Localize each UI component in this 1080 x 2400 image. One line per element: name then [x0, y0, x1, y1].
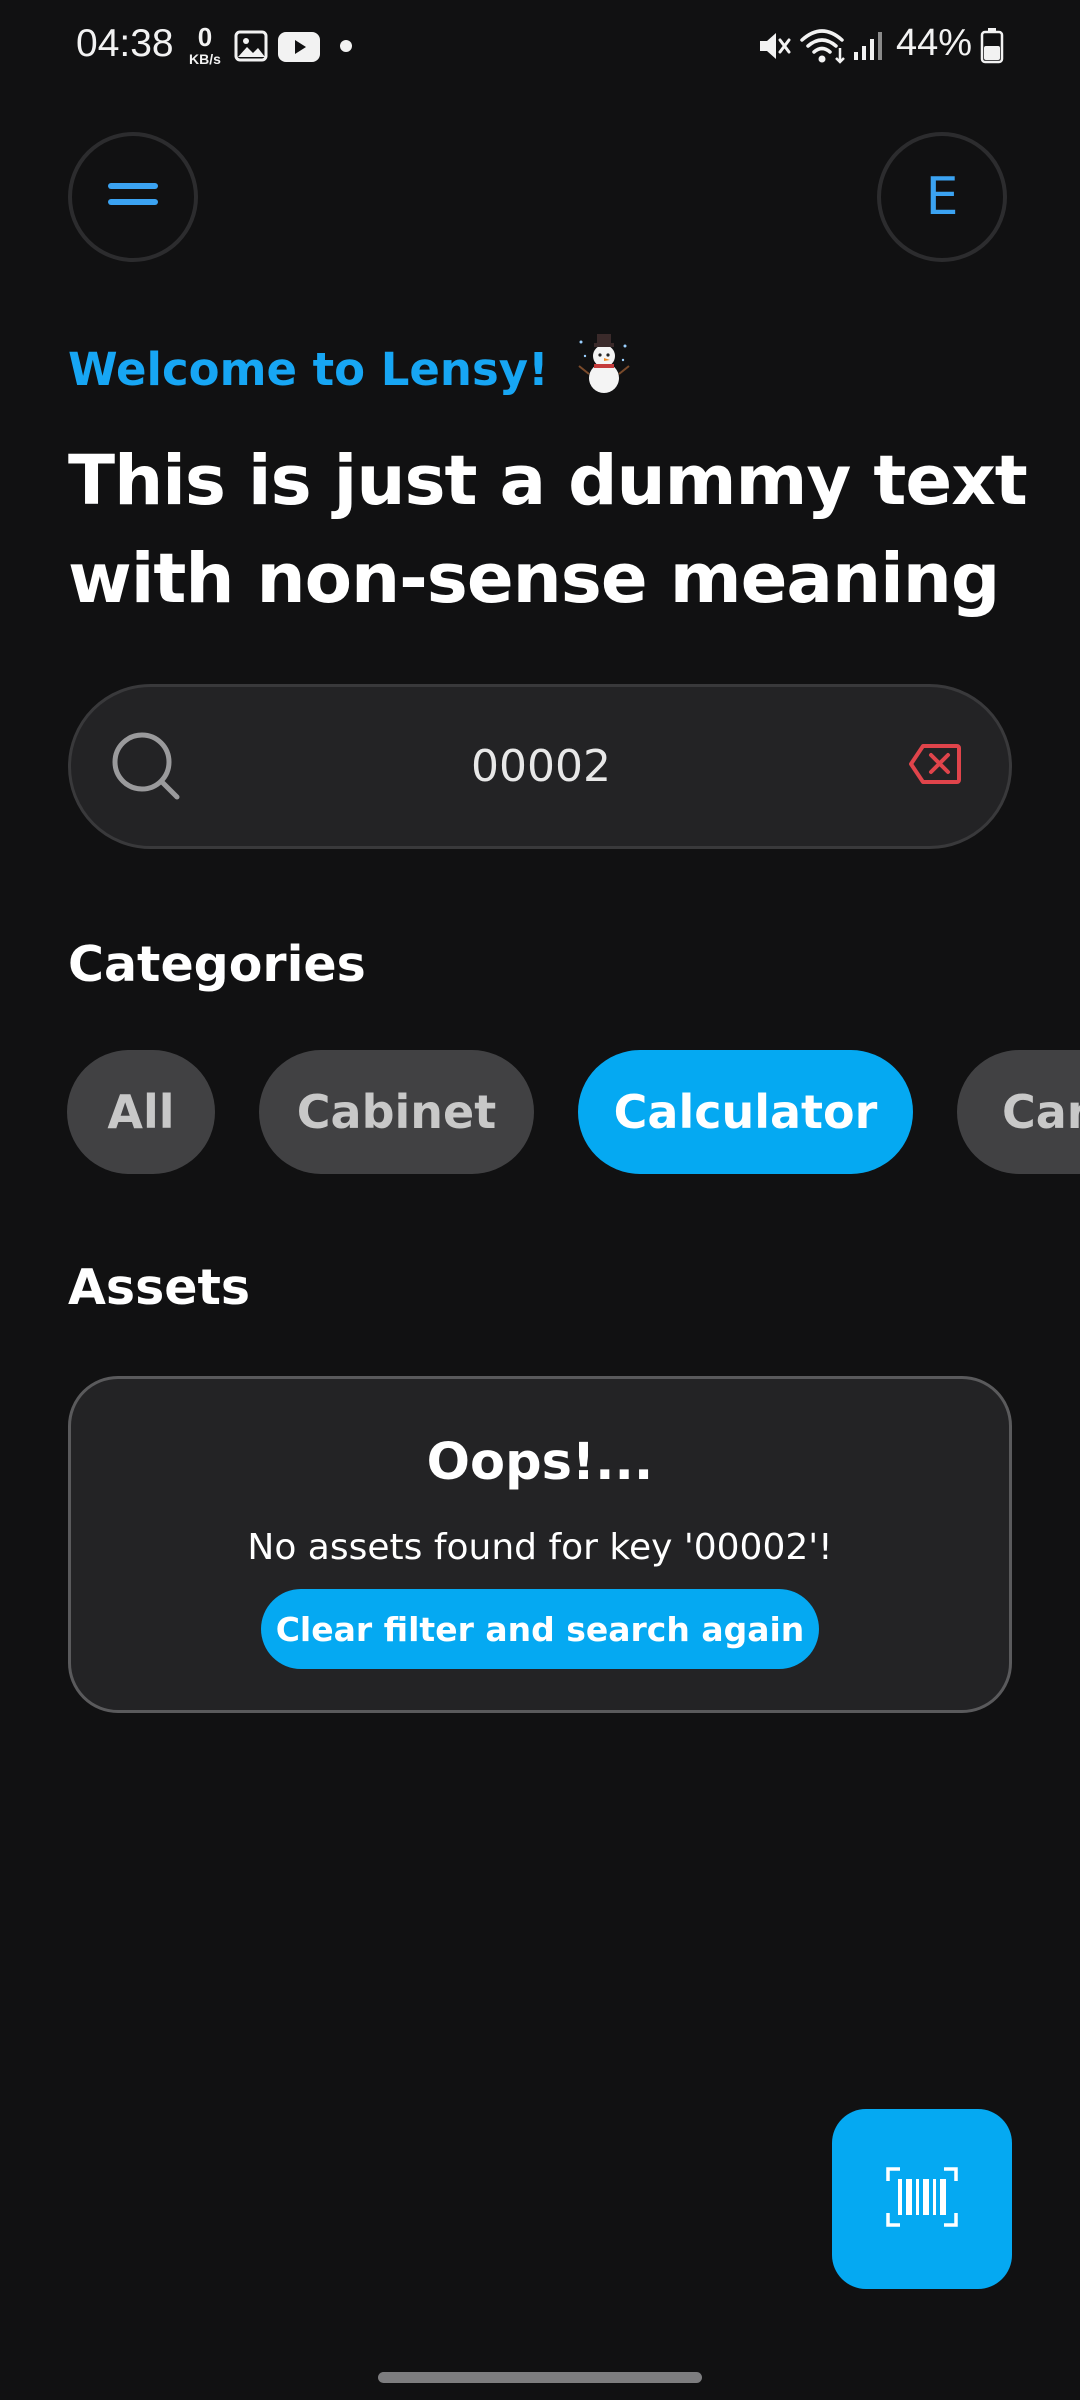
clear-backspace-icon[interactable]	[909, 743, 961, 789]
notification-dot	[340, 40, 352, 52]
welcome-text: Welcome to Lensy!	[68, 342, 549, 396]
mute-icon	[756, 28, 792, 68]
category-chip-all[interactable]: All	[67, 1050, 215, 1174]
category-chips: All Cabinet Calculator Car	[0, 1050, 1080, 1176]
battery-percent: 44%	[896, 22, 973, 64]
wifi-icon	[800, 26, 848, 70]
network-speed-unit: KB/s	[189, 51, 221, 67]
assets-empty-state: Oops!... No assets found for key '00002'…	[68, 1376, 1012, 1713]
categories-heading: Categories	[68, 936, 366, 993]
network-speed-value: 0	[197, 22, 213, 52]
avatar-letter: E	[925, 167, 959, 227]
profile-avatar-button[interactable]: E	[877, 132, 1007, 262]
home-indicator[interactable]	[378, 2372, 702, 2383]
status-time: 04:38	[76, 22, 174, 65]
headline: This is just a dummy text with non-sense…	[68, 441, 1028, 619]
search-input[interactable]	[191, 687, 891, 846]
clear-filter-button[interactable]: Clear filter and search again	[261, 1589, 819, 1669]
network-speed: 0 KB/s	[182, 24, 228, 66]
snowman-icon	[575, 334, 633, 400]
search-icon	[111, 731, 183, 807]
status-bar: 04:38 0 KB/s 44%	[0, 0, 1080, 92]
gallery-icon	[234, 30, 268, 66]
menu-button[interactable]	[68, 132, 198, 262]
welcome-line: Welcome to Lensy!	[68, 334, 633, 400]
assets-heading: Assets	[68, 1259, 251, 1316]
empty-state-title: Oops!...	[426, 1433, 654, 1492]
signal-icon	[852, 30, 884, 66]
barcode-scan-icon	[886, 2167, 958, 2231]
category-chip-calculator[interactable]: Calculator	[578, 1050, 913, 1174]
scan-barcode-button[interactable]	[832, 2109, 1012, 2289]
category-chip-car[interactable]: Car	[957, 1050, 1080, 1174]
search-bar	[68, 684, 1012, 849]
battery-icon	[980, 28, 1004, 68]
youtube-icon	[278, 32, 320, 66]
category-chip-cabinet[interactable]: Cabinet	[259, 1050, 534, 1174]
empty-state-message: No assets found for key '00002'!	[247, 1527, 833, 1568]
hamburger-menu-icon	[106, 181, 160, 213]
